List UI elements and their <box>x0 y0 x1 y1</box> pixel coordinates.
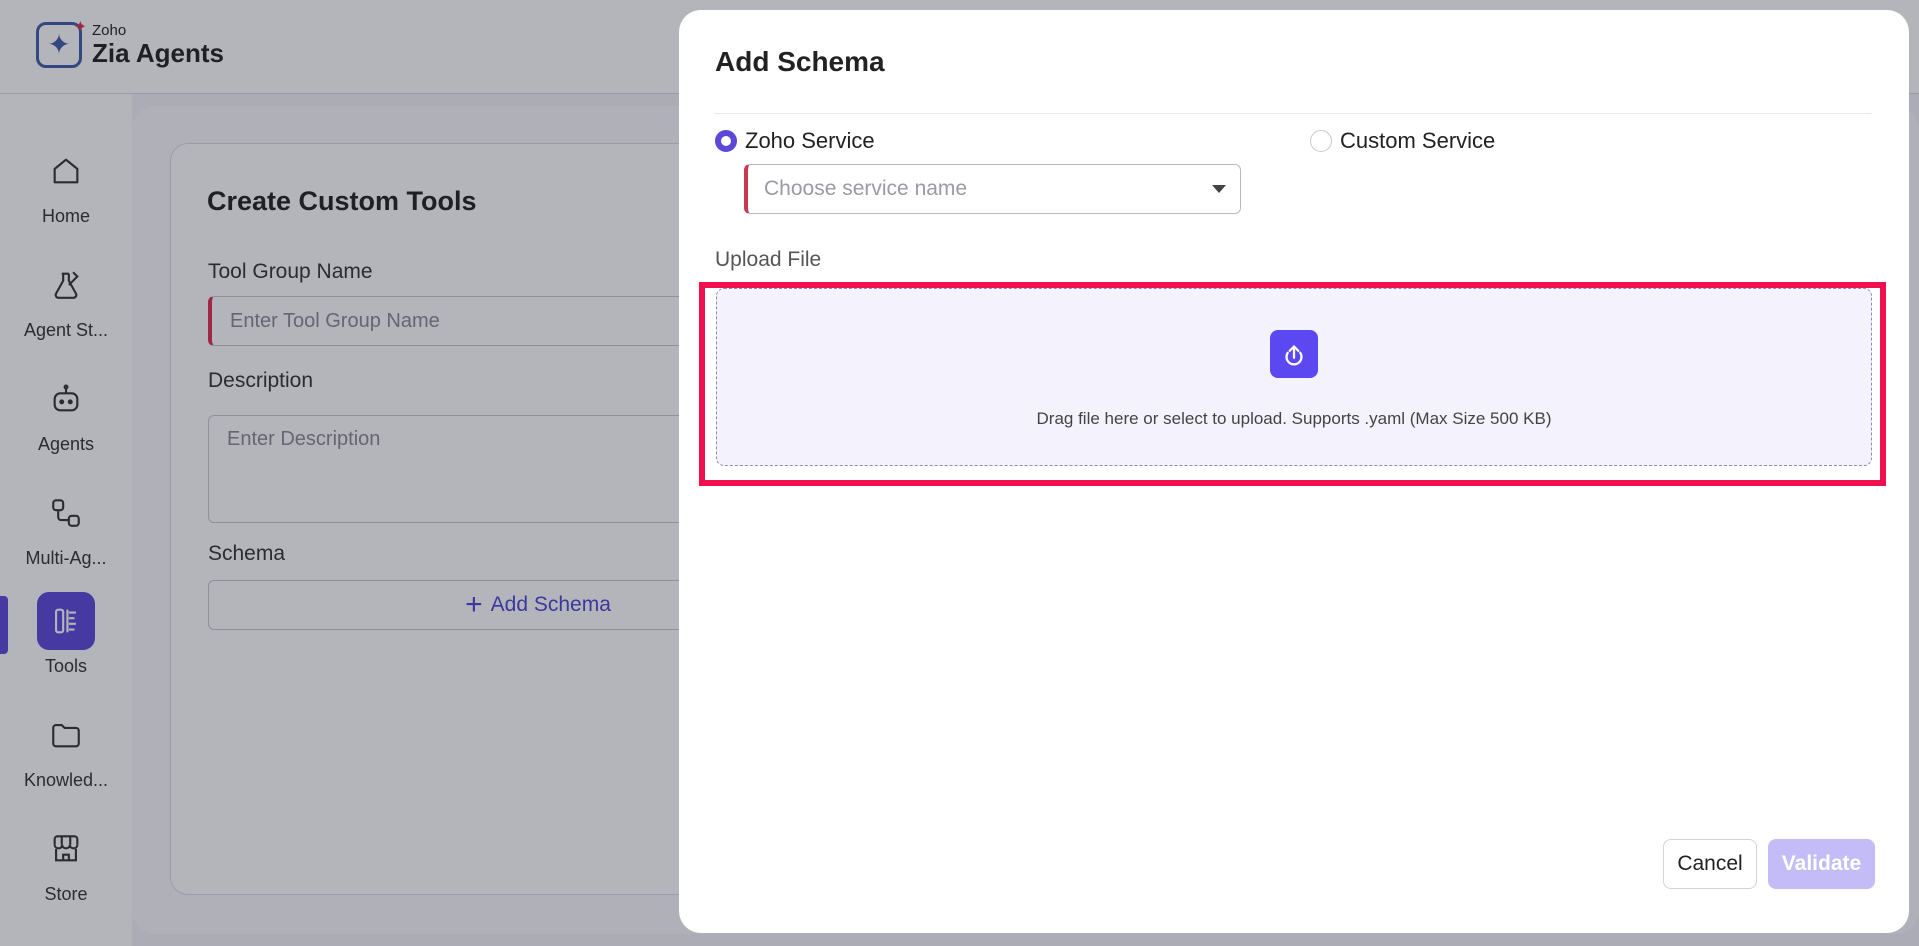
file-dropzone[interactable]: Drag file here or select to upload. Supp… <box>716 288 1872 466</box>
upload-hint: Drag file here or select to upload. Supp… <box>1036 409 1552 428</box>
service-name-select[interactable]: Choose service name <box>744 164 1241 214</box>
validate-button[interactable]: Validate <box>1768 839 1875 889</box>
zoho-service-label: Zoho Service <box>745 128 875 153</box>
modal-title: Add Schema <box>715 46 885 77</box>
chevron-down-icon <box>1212 185 1226 193</box>
cancel-button[interactable]: Cancel <box>1663 839 1757 889</box>
modal-divider <box>715 113 1871 114</box>
custom-service-label: Custom Service <box>1340 128 1496 153</box>
radio-unchecked-icon <box>1310 130 1332 152</box>
upload-icon[interactable] <box>1270 330 1318 378</box>
zoho-service-radio[interactable]: Zoho Service <box>715 128 875 154</box>
app-root: ✦ ✦ Zoho Zia Agents Home Agent St... Age… <box>0 0 1919 946</box>
upload-file-label: Upload File <box>715 248 822 271</box>
add-schema-modal: Add Schema Zoho Service Custom Service C… <box>679 10 1909 933</box>
service-select-placeholder: Choose service name <box>764 177 968 200</box>
custom-service-radio[interactable]: Custom Service <box>1310 128 1495 154</box>
radio-checked-icon <box>715 130 737 152</box>
